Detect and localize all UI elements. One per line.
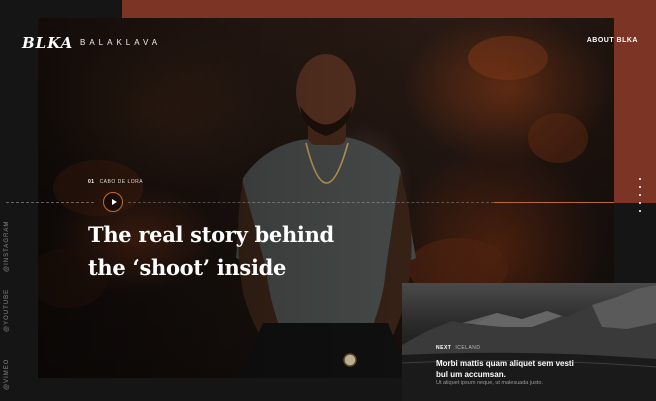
divider-middle: [128, 202, 494, 203]
slide-dot[interactable]: [639, 178, 641, 180]
next-label: NEXT: [436, 345, 452, 351]
slide-location: CABO DE LORA: [99, 179, 144, 185]
progress-line: [494, 202, 614, 203]
slide-label: 01 CABO DE LORA: [88, 179, 143, 185]
next-location: ICELAND: [455, 345, 481, 351]
social-link-vimeo[interactable]: @VIMEO: [4, 359, 10, 390]
site-logo[interactable]: BLKA: [22, 34, 73, 52]
divider-left: [6, 202, 94, 203]
slide-dot[interactable]: [639, 210, 641, 212]
slide-number: 01: [88, 179, 95, 185]
about-link[interactable]: ABOUT BLKA: [587, 37, 638, 44]
slide-dot[interactable]: [639, 202, 641, 204]
slide-dots[interactable]: [639, 178, 642, 218]
hero-headline: The real story behind the ‘shoot’ inside: [88, 222, 334, 280]
accent-bar-side: [614, 18, 656, 203]
next-title[interactable]: Morbi mattis quam aliquet sem vesti bul …: [436, 358, 586, 380]
social-links: @VIMEO @YOUTUBE @INSTAGRAM: [4, 220, 14, 390]
social-link-youtube[interactable]: @YOUTUBE: [4, 289, 10, 332]
play-icon[interactable]: [103, 192, 123, 212]
slide-dot[interactable]: [639, 186, 641, 188]
slide-dot[interactable]: [639, 194, 641, 196]
next-meta: NEXT ICELAND: [436, 345, 481, 351]
next-subtitle: Ut aliquet ipsum neque, ut malesuada jus…: [436, 380, 544, 386]
social-link-instagram[interactable]: @INSTAGRAM: [4, 221, 10, 272]
brand-name: BALAKLAVA: [80, 38, 162, 47]
accent-bar-top: [122, 0, 656, 18]
